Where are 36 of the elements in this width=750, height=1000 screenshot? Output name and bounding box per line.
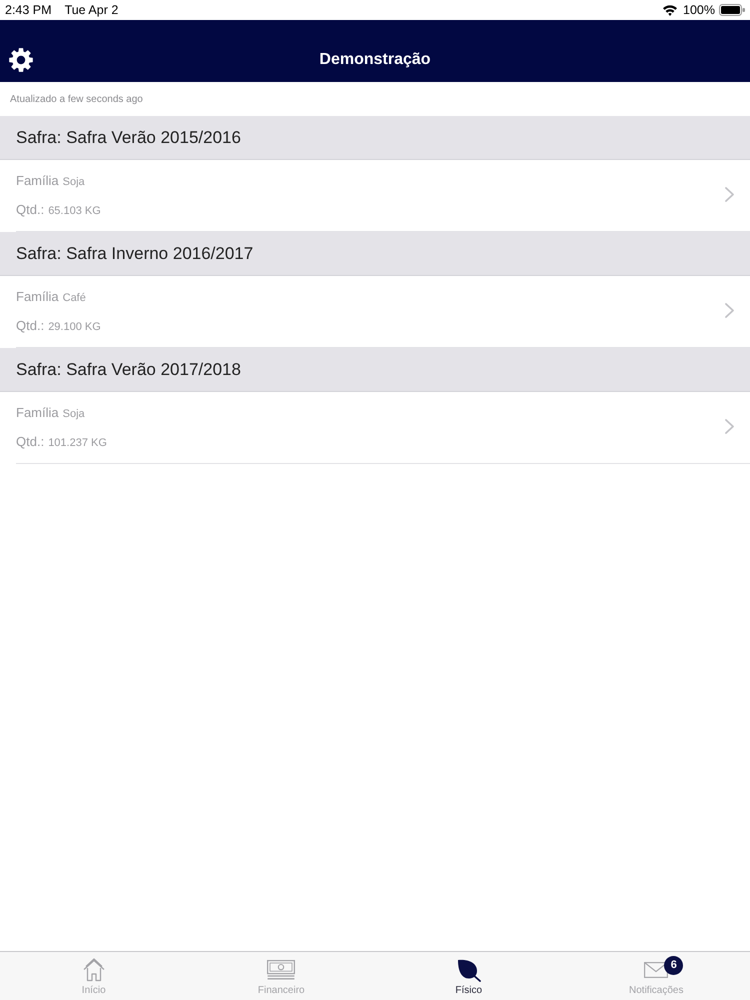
status-date: Tue Apr 2	[64, 2, 118, 19]
family-value: Soja	[62, 407, 85, 422]
section-title: Safra: Safra Verão 2017/2018	[16, 358, 241, 381]
quantity-value: 29.100 KG	[48, 320, 101, 334]
home-icon	[82, 958, 106, 982]
leaf-icon	[456, 958, 481, 982]
tab-button[interactable]: Início	[0, 952, 188, 1000]
screen-title: Demonstração	[319, 51, 431, 68]
quantity-value: 101.237 KG	[48, 436, 107, 450]
notification-badge: 6	[664, 956, 684, 975]
family-label: Família	[16, 288, 59, 306]
settings-icon	[9, 48, 33, 72]
family-label: Família	[16, 172, 59, 190]
chevron-icon	[725, 418, 734, 434]
family-value: Café	[62, 291, 86, 306]
quantity-value: 65.103 KG	[48, 204, 101, 218]
section-title: Safra: Safra Verão 2015/2016	[16, 126, 241, 149]
section-title: Safra: Safra Inverno 2016/2017	[16, 242, 254, 265]
banknote-icon	[267, 960, 296, 980]
quantity-label: Qtd.:	[16, 432, 44, 450]
settings-button[interactable]	[9, 48, 33, 72]
tab-button[interactable]: Físico	[375, 952, 562, 1000]
tab-button[interactable]: Financeiro	[188, 952, 375, 1000]
last-updated-text: Atualizado a few seconds ago	[10, 92, 143, 106]
quantity-label: Qtd.:	[16, 316, 44, 334]
status-time: 2:43 PM	[5, 2, 52, 19]
battery-percentage: 100%	[683, 2, 715, 19]
chevron-icon	[725, 302, 734, 318]
quantity-label: Qtd.:	[16, 200, 44, 218]
tab-button[interactable]: 6 Notificações	[562, 952, 750, 1000]
family-value: Soja	[62, 175, 85, 190]
chevron-icon	[725, 186, 734, 202]
family-label: Família	[16, 404, 59, 422]
envelope-icon	[644, 962, 668, 978]
battery-icon	[719, 4, 745, 16]
wifi-icon	[662, 4, 678, 16]
